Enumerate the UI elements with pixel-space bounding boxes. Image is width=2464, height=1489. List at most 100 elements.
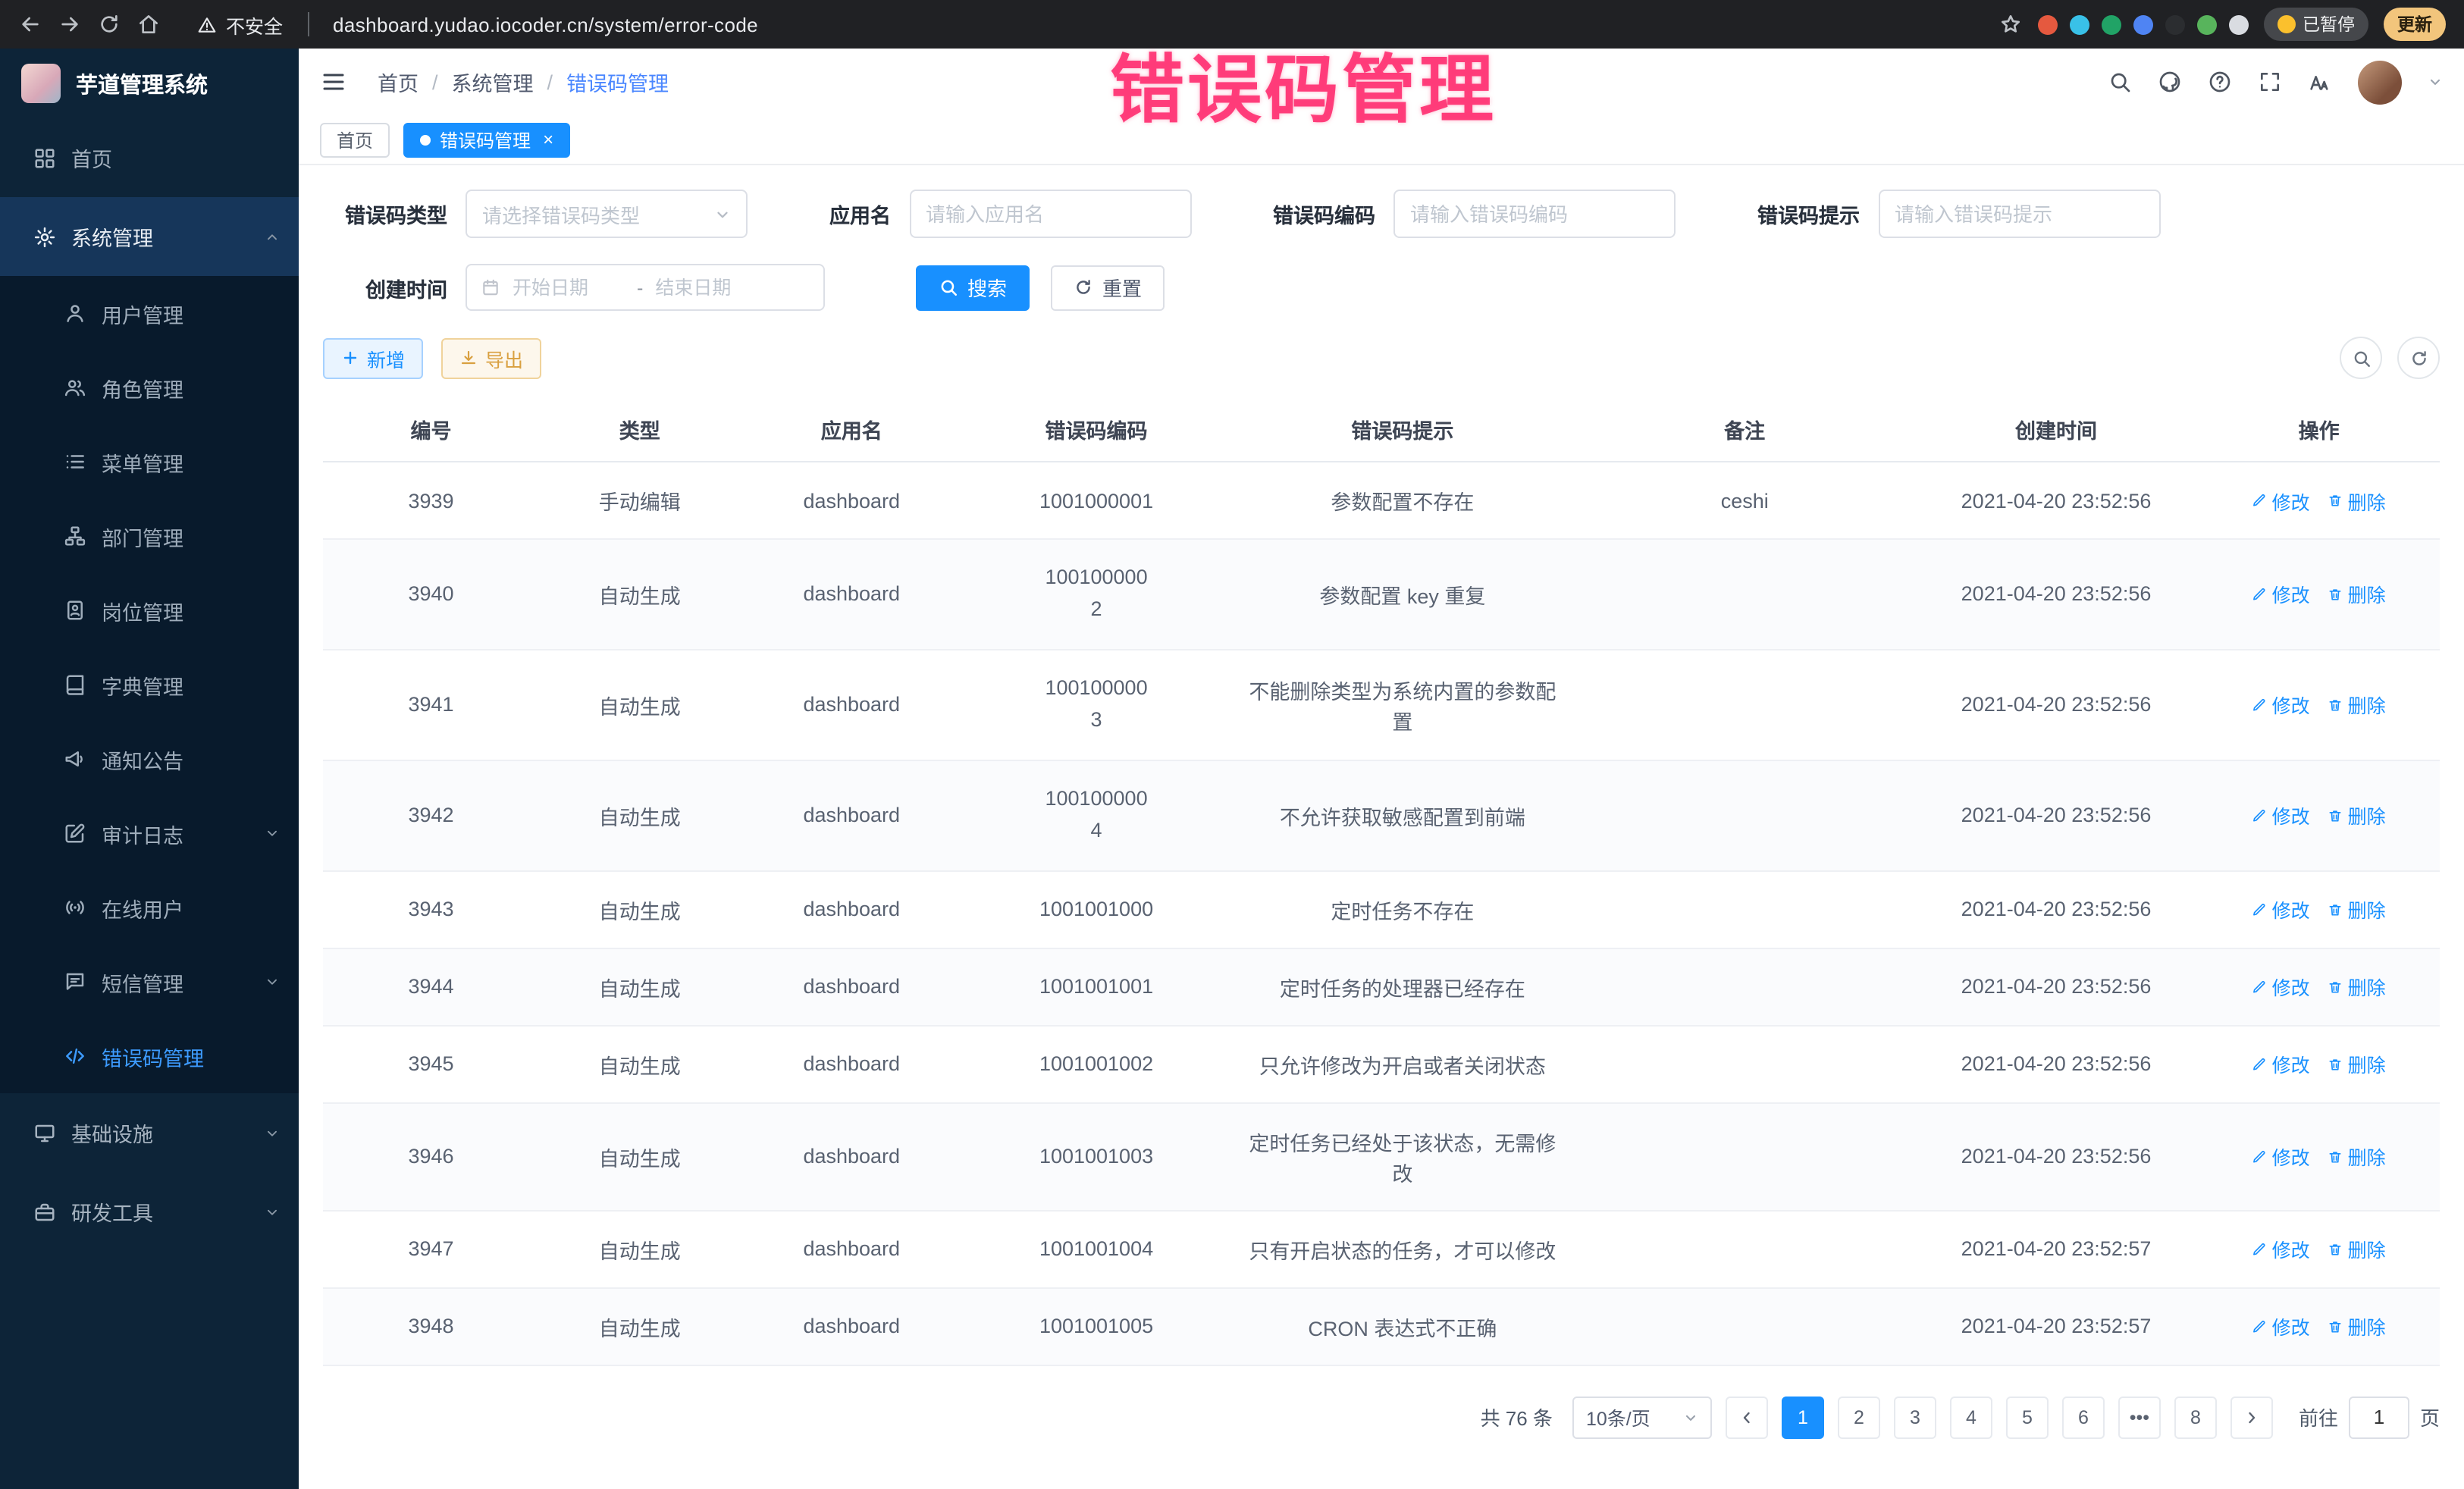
extension-icon[interactable] [2196,14,2216,34]
sidebar-item[interactable]: 部门管理 [0,499,299,573]
page-button[interactable]: 4 [1950,1396,1992,1438]
error-code-input[interactable] [1410,202,1659,225]
edit-link[interactable]: 修改 [2252,895,2310,923]
url-text[interactable]: dashboard.yudao.iocoder.cn/system/error-… [333,13,758,36]
page-button[interactable]: 6 [2062,1396,2105,1438]
end-date-input[interactable] [655,277,767,298]
page-tab[interactable]: 错误码管理× [403,122,570,157]
app-name-input[interactable] [926,202,1174,225]
edit-link[interactable]: 修改 [2252,1049,2310,1078]
extension-icon[interactable] [2228,14,2248,34]
breadcrumb-item[interactable]: 错误码管理 [566,67,669,97]
extension-icon[interactable] [2165,14,2184,34]
page-button[interactable]: ••• [2118,1396,2161,1438]
delete-link[interactable]: 删除 [2328,801,2386,829]
sidebar-item[interactable]: 字典管理 [0,647,299,722]
sidebar-item[interactable]: 研发工具 [0,1172,299,1251]
column-header: 备注 [1575,397,1914,462]
delete-link[interactable]: 删除 [2328,486,2386,515]
search-button[interactable]: 搜索 [916,265,1030,310]
sidebar-item[interactable]: 错误码管理 [0,1019,299,1093]
update-button[interactable]: 更新 [2384,8,2446,41]
sidebar-item[interactable]: 短信管理 [0,945,299,1019]
reload-icon[interactable] [97,12,121,36]
sidebar-item[interactable]: 菜单管理 [0,425,299,499]
sidebar-item[interactable]: 审计日志 [0,796,299,870]
forward-icon[interactable] [58,12,82,36]
home-icon[interactable] [136,12,161,36]
security-indicator[interactable]: 不安全 [197,10,283,39]
extension-icon[interactable] [2037,14,2057,34]
extension-icon[interactable] [2101,14,2121,34]
sidebar-item[interactable]: 角色管理 [0,350,299,425]
table-search-button[interactable] [2340,337,2382,379]
back-icon[interactable] [18,12,42,36]
sidebar-item[interactable]: 岗位管理 [0,573,299,647]
sidebar-item[interactable]: 在线用户 [0,870,299,945]
goto-page-input[interactable] [2349,1396,2409,1438]
pencil-icon [2252,807,2268,823]
breadcrumb-item[interactable]: 系统管理 [452,67,534,97]
user-avatar[interactable] [2358,60,2402,104]
start-date-input[interactable] [513,277,625,298]
chevron-down-icon[interactable] [2428,74,2443,89]
fullscreen-icon[interactable] [2258,70,2282,94]
sidebar-item[interactable]: 基础设施 [0,1093,299,1172]
paused-badge[interactable]: 已暂停 [2263,8,2368,41]
extension-icon[interactable] [2069,14,2089,34]
sidebar-item[interactable]: 首页 [0,118,299,197]
app-logo-row[interactable]: 芋道管理系统 [0,49,299,118]
megaphone-icon [64,748,86,770]
hamburger-icon[interactable] [320,68,347,96]
delete-link[interactable]: 删除 [2328,1234,2386,1263]
edit-link[interactable]: 修改 [2252,580,2310,609]
close-tab-icon[interactable]: × [543,130,553,149]
edit-link[interactable]: 修改 [2252,1312,2310,1340]
page-tab[interactable]: 首页 [320,122,390,157]
page-button[interactable]: 3 [1894,1396,1936,1438]
table-refresh-button[interactable] [2397,337,2440,379]
date-range-picker[interactable]: - [466,264,825,311]
next-page-button[interactable] [2230,1396,2273,1438]
page-button[interactable]: 5 [2006,1396,2049,1438]
cell-hint: 定时任务不存在 [1230,870,1575,948]
column-header: 编号 [323,397,539,462]
edit-link[interactable]: 修改 [2252,801,2310,829]
page-size-select[interactable]: 10条/页 [1572,1396,1712,1438]
page-button[interactable]: 2 [1838,1396,1880,1438]
delete-link[interactable]: 删除 [2328,895,2386,923]
edit-link[interactable]: 修改 [2252,1142,2310,1171]
prev-page-button[interactable] [1726,1396,1768,1438]
sidebar-item[interactable]: 用户管理 [0,276,299,350]
sidebar-item[interactable]: 通知公告 [0,722,299,796]
help-icon[interactable] [2208,70,2232,94]
edit-link[interactable]: 修改 [2252,1234,2310,1263]
sidebar-item[interactable]: 系统管理 [0,197,299,276]
search-icon[interactable] [2108,70,2132,94]
reset-button[interactable]: 重置 [1051,265,1165,310]
breadcrumb-item[interactable]: 首页 [378,67,419,97]
cell-hint: CRON 表达式不正确 [1230,1287,1575,1365]
export-button[interactable]: 导出 [441,337,541,378]
error-type-select[interactable]: 请选择错误码类型 [466,190,748,238]
delete-link[interactable]: 删除 [2328,1312,2386,1340]
delete-link[interactable]: 删除 [2328,580,2386,609]
edit-link[interactable]: 修改 [2252,972,2310,1001]
delete-link[interactable]: 删除 [2328,1142,2386,1171]
error-hint-input[interactable] [1895,202,2143,225]
add-button[interactable]: 新增 [323,337,423,378]
page-button[interactable]: 8 [2174,1396,2217,1438]
github-icon[interactable] [2158,70,2182,94]
edit-link[interactable]: 修改 [2252,486,2310,515]
font-size-icon[interactable] [2308,70,2332,94]
delete-link[interactable]: 删除 [2328,691,2386,719]
page-button[interactable]: 1 [1782,1396,1824,1438]
extension-icon[interactable] [2133,14,2152,34]
edit-link[interactable]: 修改 [2252,691,2310,719]
delete-link[interactable]: 删除 [2328,972,2386,1001]
user-icon [64,302,86,324]
bookmark-star-icon[interactable] [1998,12,2022,36]
trash-icon [2328,1056,2343,1071]
delete-link[interactable]: 删除 [2328,1049,2386,1078]
cell-id: 3942 [323,760,539,870]
